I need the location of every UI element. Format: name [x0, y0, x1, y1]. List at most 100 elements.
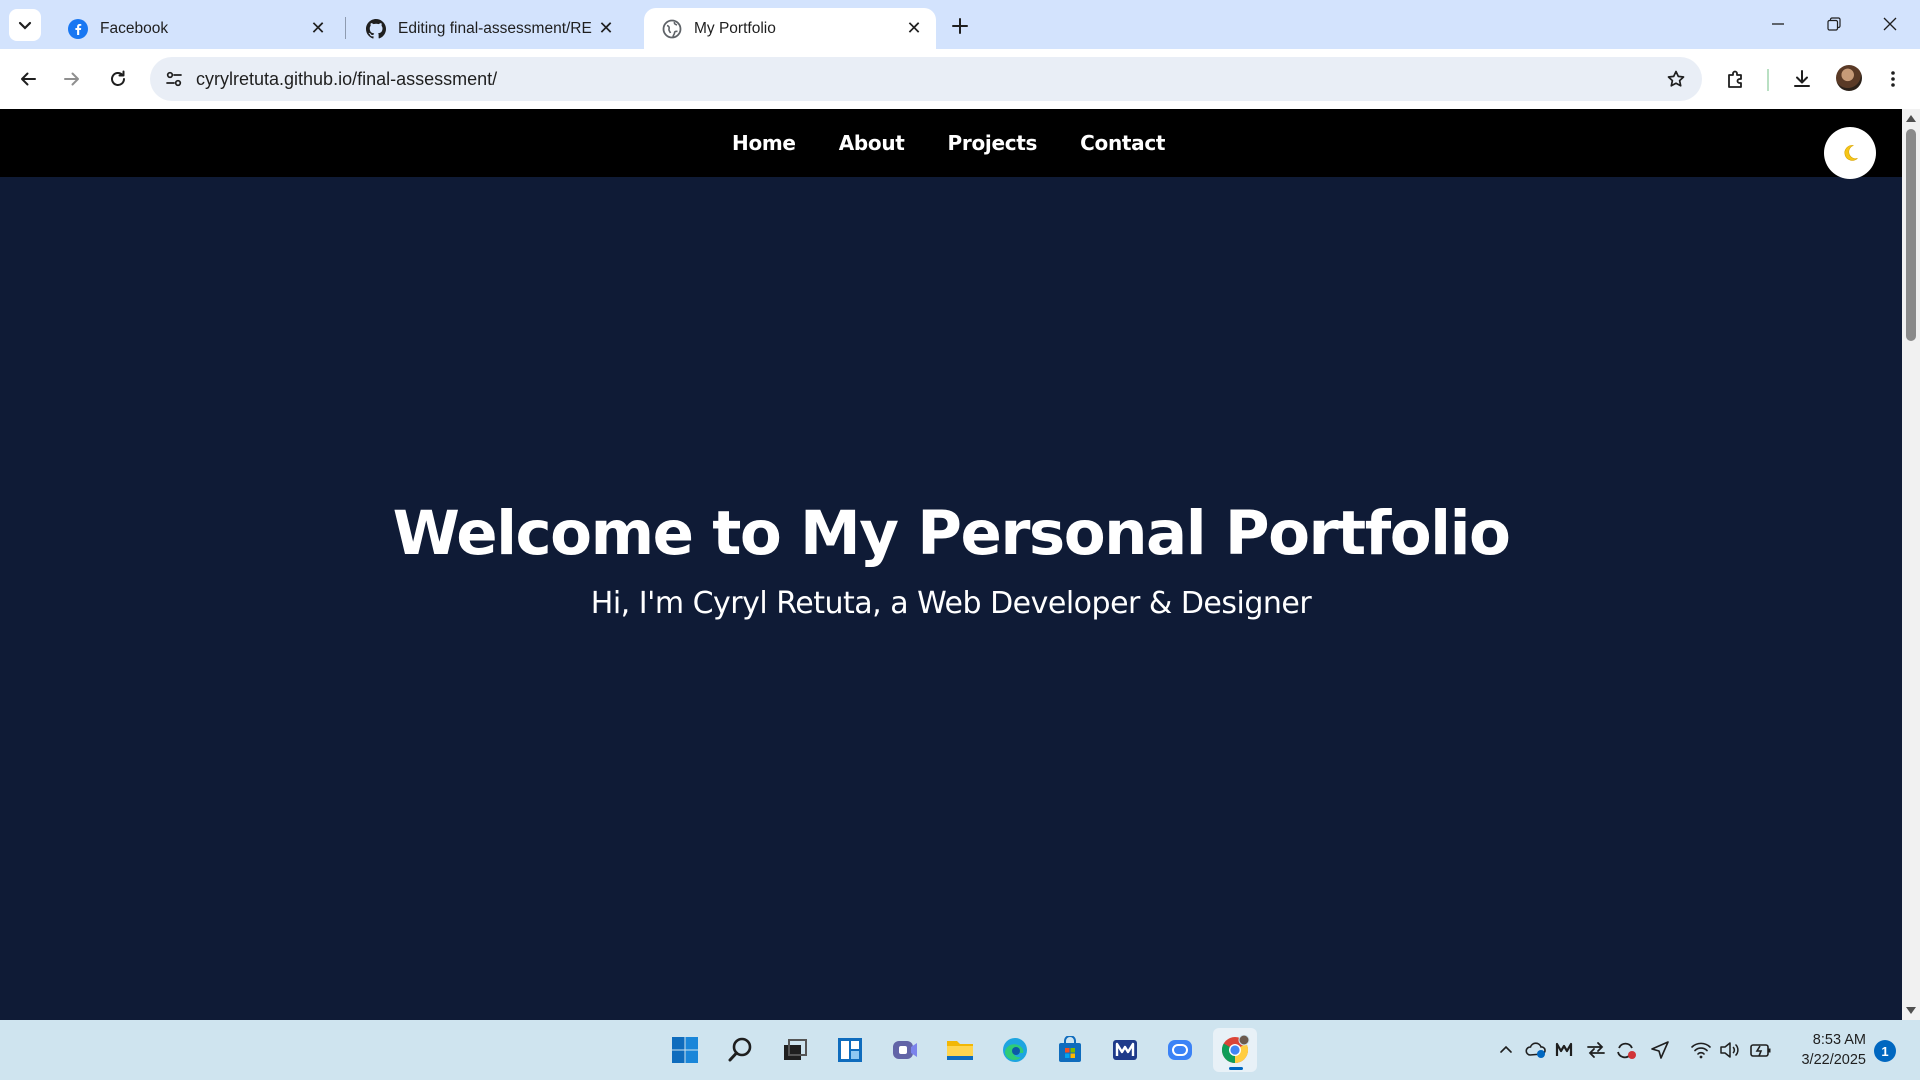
url-text[interactable]: cyrylretuta.github.io/final-assessment/: [196, 57, 497, 101]
address-bar[interactable]: cyrylretuta.github.io/final-assessment/: [150, 57, 1702, 101]
portfolio-page: Home About Projects Contact Welcome to M…: [0, 109, 1902, 1020]
chevron-up-icon: [1500, 1045, 1512, 1053]
start-icon: [672, 1037, 698, 1063]
extensions-button[interactable]: [1718, 61, 1754, 97]
tab-facebook[interactable]: Facebook ✕: [50, 8, 340, 49]
puzzle-icon: [1728, 70, 1742, 88]
download-icon: [1794, 70, 1810, 87]
close-window-button[interactable]: [1862, 0, 1918, 48]
tray-sync[interactable]: [1584, 1038, 1608, 1062]
more-vert-icon: [1891, 71, 1895, 87]
moon-icon: [1844, 145, 1858, 161]
site-info-button[interactable]: [160, 65, 188, 93]
active-app-indicator: [1229, 1067, 1243, 1070]
clock-date: 3/22/2025: [1801, 1052, 1866, 1068]
minimize-icon: [1772, 23, 1784, 25]
tab-close-icon[interactable]: ✕: [304, 15, 332, 43]
github-icon: [366, 18, 386, 39]
forward-button[interactable]: [54, 61, 90, 97]
taskbar-clock[interactable]: 8:53 AM 3/22/2025: [1786, 1030, 1866, 1070]
volume-icon: [1720, 1042, 1739, 1058]
taskbar-teams[interactable]: [883, 1028, 927, 1072]
file-explorer-icon: [947, 1041, 973, 1060]
swap-arrows-icon: [1587, 1042, 1605, 1058]
task-view-icon: [784, 1039, 807, 1060]
clock-time: 8:53 AM: [1812, 1032, 1866, 1048]
scroll-down-icon[interactable]: [1906, 1007, 1916, 1014]
battery-charging-icon: [1750, 1044, 1771, 1057]
edge-icon: [1003, 1038, 1027, 1062]
tray-location[interactable]: [1648, 1038, 1672, 1062]
restore-icon: [1827, 17, 1841, 31]
tab-close-icon[interactable]: ✕: [592, 15, 620, 43]
tray-mail-app[interactable]: [1553, 1038, 1577, 1062]
tray-update[interactable]: [1614, 1038, 1638, 1062]
nav-link-projects[interactable]: Projects: [948, 131, 1038, 155]
tab-my-portfolio[interactable]: My Portfolio ✕: [644, 8, 936, 49]
site-navbar: Home About Projects Contact: [0, 109, 1902, 179]
taskbar-widgets[interactable]: [828, 1028, 872, 1072]
nav-links: Home About Projects Contact: [732, 109, 1208, 177]
taskbar-store[interactable]: [1048, 1028, 1092, 1072]
star-icon: [1667, 70, 1685, 87]
tab-github-editing[interactable]: Editing final-assessment/README.md ✕: [348, 8, 628, 49]
reload-icon: [111, 70, 125, 86]
tray-wifi[interactable]: [1689, 1038, 1713, 1062]
tab-title: Facebook: [100, 19, 169, 37]
restore-button[interactable]: [1806, 0, 1862, 48]
show-hidden-icons-button[interactable]: [1494, 1038, 1518, 1062]
profile-avatar[interactable]: [1836, 65, 1862, 91]
mail-icon: [1113, 1040, 1137, 1060]
tab-close-icon[interactable]: ✕: [900, 15, 928, 43]
scrollbar-thumb[interactable]: [1906, 129, 1916, 341]
tray-battery[interactable]: [1749, 1038, 1773, 1062]
browser-toolbar: cyrylretuta.github.io/final-assessment/: [0, 49, 1920, 109]
plus-icon: [952, 18, 968, 34]
page-scrollbar[interactable]: [1902, 109, 1920, 1020]
nav-link-contact[interactable]: Contact: [1080, 131, 1165, 155]
bookmark-button[interactable]: [1662, 65, 1690, 93]
teams-icon: [893, 1041, 917, 1059]
wifi-icon: [1691, 1042, 1711, 1059]
widgets-icon: [838, 1038, 862, 1062]
facebook-icon: [68, 18, 88, 39]
taskbar-start[interactable]: [663, 1028, 707, 1072]
minimize-button[interactable]: [1750, 0, 1806, 48]
new-tab-button[interactable]: [944, 10, 976, 42]
taskbar-file-explorer[interactable]: [938, 1028, 982, 1072]
location-arrow-icon: [1651, 1041, 1669, 1059]
mail-app-icon: [1555, 1042, 1573, 1056]
chat-icon: [1168, 1040, 1192, 1060]
refresh-alert-icon: [1617, 1042, 1636, 1059]
tune-icon: [166, 71, 182, 87]
toolbar-divider: [1767, 69, 1769, 91]
globe-icon: [662, 19, 682, 38]
nav-link-about[interactable]: About: [839, 131, 905, 155]
chrome-icon: [1221, 1035, 1250, 1064]
tab-search-button[interactable]: [9, 9, 41, 41]
notification-badge[interactable]: 1: [1874, 1040, 1896, 1062]
browser-menu-button[interactable]: [1875, 61, 1911, 97]
taskbar-chat[interactable]: [1158, 1028, 1202, 1072]
nav-link-home[interactable]: Home: [732, 131, 796, 155]
downloads-button[interactable]: [1784, 61, 1820, 97]
taskbar-task-view[interactable]: [773, 1028, 817, 1072]
cloud-icon: [1525, 1042, 1546, 1058]
tray-onedrive[interactable]: [1524, 1038, 1548, 1062]
windows-taskbar: 8:53 AM 3/22/2025 1: [0, 1020, 1920, 1080]
taskbar-search[interactable]: [718, 1028, 762, 1072]
chevron-down-icon: [18, 21, 32, 30]
taskbar-edge[interactable]: [993, 1028, 1037, 1072]
tab-separator: [345, 17, 346, 39]
back-button[interactable]: [10, 61, 46, 97]
reload-button[interactable]: [100, 61, 136, 97]
hero-subtitle: Hi, I'm Cyryl Retuta, a Web Developer & …: [590, 586, 1312, 621]
theme-toggle-button[interactable]: [1824, 127, 1876, 179]
tray-volume[interactable]: [1717, 1038, 1741, 1062]
scroll-up-icon[interactable]: [1906, 115, 1916, 122]
arrow-left-icon: [21, 72, 36, 86]
taskbar-chrome[interactable]: [1213, 1028, 1257, 1072]
tab-title: Editing final-assessment/README.md: [398, 19, 592, 37]
tab-title: My Portfolio: [694, 19, 776, 37]
taskbar-mail[interactable]: [1103, 1028, 1147, 1072]
